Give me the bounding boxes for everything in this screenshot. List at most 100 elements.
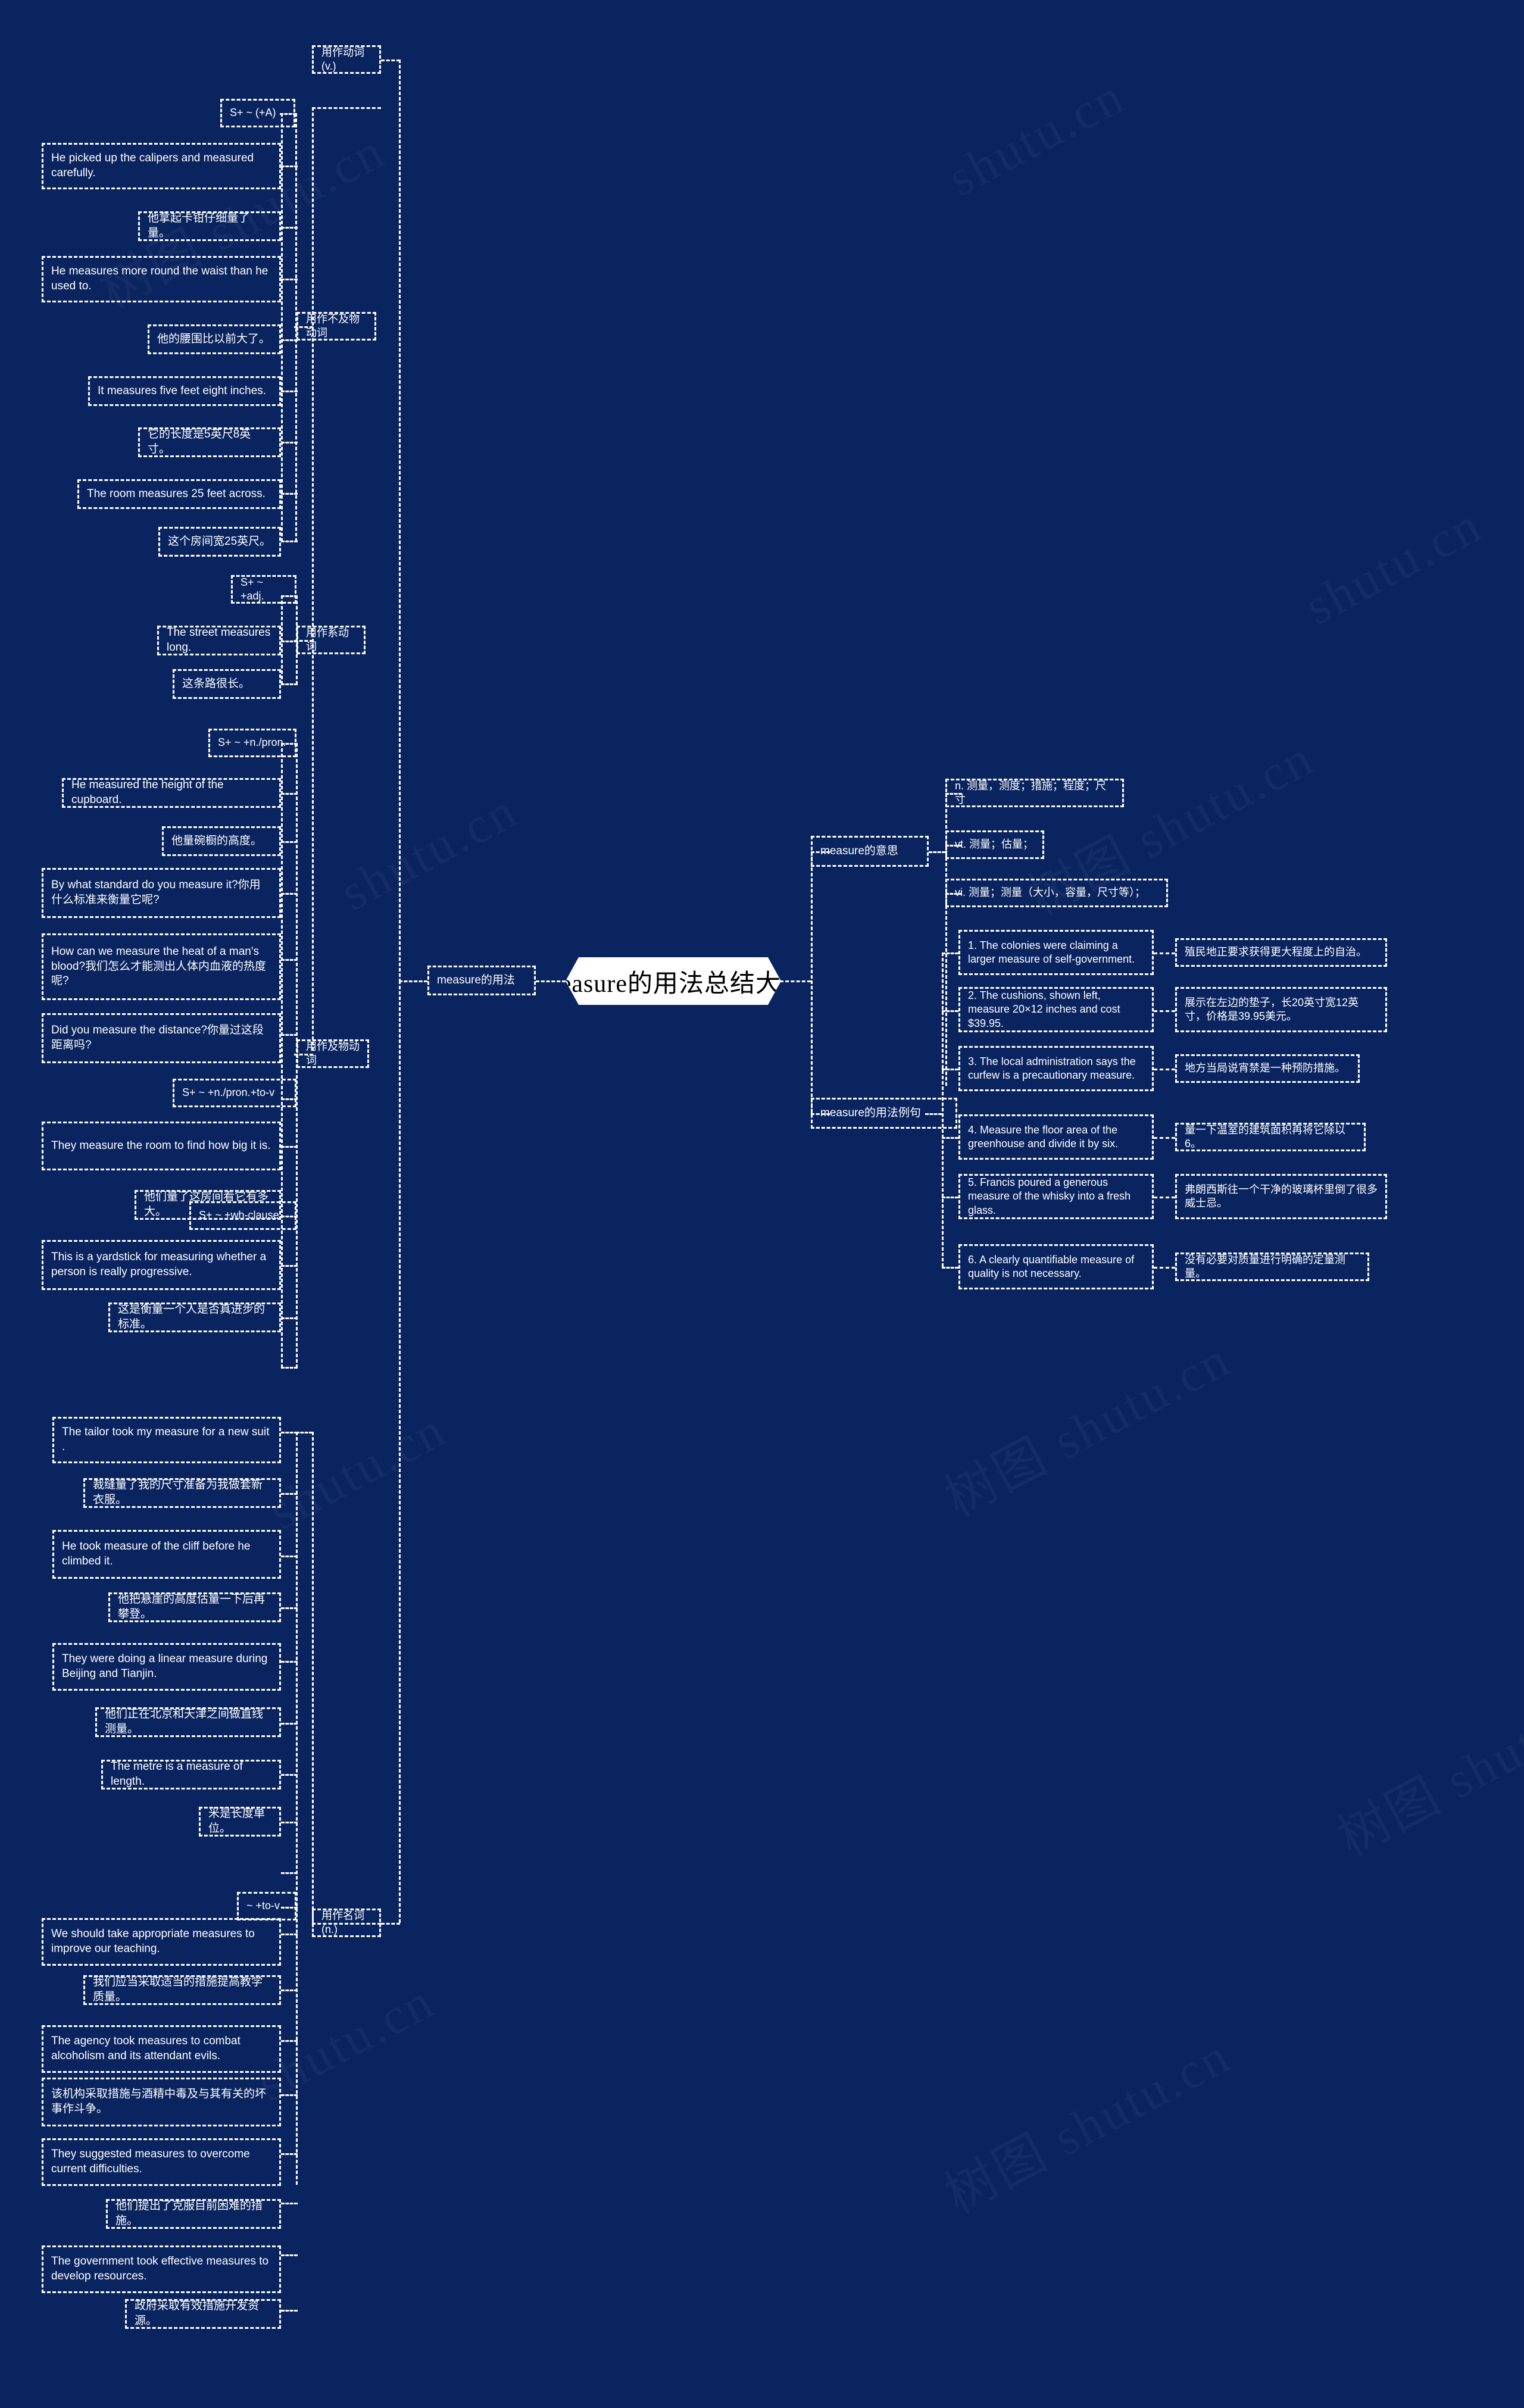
connector — [281, 1607, 298, 1609]
numbered-example-zh[interactable]: 弗朗西斯往一个干净的玻璃杯里倒了很多威士忌。 — [1175, 1174, 1387, 1219]
example-zh-text: 他把悬崖的高度估量一下后再攀登。 — [118, 1593, 266, 1620]
numbered-example-en[interactable]: 1. The colonies were claiming a larger m… — [958, 930, 1154, 975]
example-sentence-en[interactable]: The metre is a measure of length. — [101, 1760, 281, 1789]
example-sentence-zh[interactable]: 他把悬崖的高度估量一下后再攀登。 — [108, 1592, 281, 1622]
pattern-s-a[interactable]: S+ ~ (+A) — [220, 99, 295, 127]
numbered-example-zh[interactable]: 地方当局说宵禁是一种预防措施。 — [1175, 1054, 1360, 1083]
pos-group-linking[interactable]: 用作系动词 — [296, 626, 366, 654]
example-sentence-en[interactable]: He measures more round the waist than he… — [42, 256, 281, 302]
example-sentence-zh[interactable]: 这个房间宽25英尺。 — [158, 527, 281, 557]
numbered-example-zh-text: 量一下温室的建筑面积再将它除以6。 — [1185, 1123, 1345, 1150]
example-sentence-en[interactable]: By what standard do you measure it?你用什么标… — [42, 868, 281, 918]
example-sentence-en[interactable]: They suggested measures to overcome curr… — [42, 2138, 281, 2186]
root-node[interactable]: measure的用法总结大全 — [566, 957, 781, 1005]
pattern-tov[interactable]: ~ +to-v — [237, 1892, 296, 1920]
example-sentence-zh[interactable]: 该机构采取措施与酒精中毒及与其有关的坏事作斗争。 — [42, 2078, 281, 2126]
example-sentence-en[interactable]: Did you measure the distance?你量过这段距离吗? — [42, 1013, 281, 1063]
connector — [780, 980, 811, 982]
example-sentence-en[interactable]: The agency took measures to combat alcoh… — [42, 2025, 281, 2073]
connector — [281, 1367, 298, 1369]
numbered-example-en[interactable]: 4. Measure the floor area of the greenho… — [958, 1114, 1154, 1160]
connector — [942, 1010, 958, 1012]
connector — [399, 980, 401, 1923]
example-sentence-zh[interactable]: 我们应当采取适当的措施提高教学质量。 — [83, 1975, 281, 2005]
example-sentence-en[interactable]: They measure the room to find how big it… — [42, 1122, 281, 1170]
example-en-text: They measure the room to find how big it… — [51, 1139, 271, 1152]
example-sentence-en[interactable]: The government took effective measures t… — [42, 2245, 281, 2293]
numbered-example-zh[interactable]: 量一下温室的建筑面积再将它除以6。 — [1175, 1123, 1366, 1151]
pos-group-intransitive[interactable]: 用作不及物动词 — [296, 312, 376, 341]
pattern-s-n-pron-tov[interactable]: S+ ~ +n./pron.+to-v — [173, 1079, 296, 1107]
pattern-s-n-pron[interactable]: S+ ~ +n./pron. — [208, 729, 296, 757]
example-sentence-zh[interactable]: 这是衡量一个人是否真进步的标准。 — [108, 1303, 281, 1332]
branch-meaning-label: measure的意思 — [820, 844, 898, 857]
numbered-example-zh[interactable]: 殖民地正要求获得更大程度上的自治。 — [1175, 938, 1387, 967]
example-sentence-en[interactable]: The room measures 25 feet across. — [77, 479, 281, 509]
pattern-s-adj[interactable]: S+ ~ +adj. — [231, 575, 296, 604]
pos-group-verb-label: 用作动词(v.) — [321, 46, 364, 72]
example-sentence-en[interactable]: How can we measure the heat of a man's b… — [42, 933, 281, 1000]
numbered-example-en[interactable]: 5. Francis poured a generous measure of … — [958, 1174, 1154, 1219]
numbered-example-en[interactable]: 3. The local administration says the cur… — [958, 1046, 1154, 1091]
example-sentence-zh[interactable]: 他们提出了克服目前困难的措施。 — [106, 2199, 281, 2229]
example-en-text: It measures five feet eight inches. — [98, 384, 267, 397]
numbered-example-en-text: 1. The colonies were claiming a larger m… — [968, 939, 1135, 965]
example-zh-text: 该机构采取措施与酒精中毒及与其有关的坏事作斗争。 — [51, 2088, 267, 2115]
example-sentence-en[interactable]: He measured the height of the cupboard. — [62, 778, 281, 808]
connector — [281, 2310, 298, 2312]
example-sentence-zh[interactable]: 这条路很长。 — [173, 669, 281, 699]
numbered-example-zh[interactable]: 没有必要对质量进行明确的定量测量。 — [1175, 1253, 1369, 1281]
pos-group-verb[interactable]: 用作动词(v.) — [312, 45, 381, 74]
example-en-text: He picked up the calipers and measured c… — [51, 152, 254, 179]
example-en-text: They suggested measures to overcome curr… — [51, 2148, 250, 2175]
example-sentence-en[interactable]: It measures five feet eight inches. — [88, 376, 281, 406]
connector — [536, 980, 566, 982]
branch-meaning[interactable]: measure的意思 — [811, 836, 929, 867]
example-sentence-zh[interactable]: 他们正在北京和天津之间做直线测量。 — [95, 1707, 281, 1737]
pos-group-intransitive-label: 用作不及物动词 — [306, 313, 360, 339]
connector — [281, 541, 298, 542]
example-sentence-zh[interactable]: 他拿起卡钳仔细量了量。 — [138, 211, 281, 241]
meaning-vi[interactable]: vi. 测量；测量（大小，容量，尺寸等）； — [945, 879, 1168, 907]
example-sentence-en[interactable]: He took measure of the cliff before he c… — [52, 1530, 281, 1579]
connector — [281, 841, 298, 843]
numbered-example-en-text: 2. The cushions, shown left, measure 20×… — [968, 989, 1120, 1029]
example-sentence-zh[interactable]: 他们量了这房间看它有多大。 — [135, 1190, 281, 1220]
branch-usage[interactable]: measure的用法 — [427, 966, 536, 995]
connector — [281, 1317, 298, 1319]
example-sentence-zh[interactable]: 他量碗橱的高度。 — [162, 826, 281, 856]
connector — [281, 493, 298, 495]
example-sentence-en[interactable]: We should take appropriate measures to i… — [42, 1918, 281, 1966]
example-zh-text: 他们量了这房间看它有多大。 — [144, 1191, 269, 1218]
example-sentence-zh[interactable]: 政府采取有效措施开发资源。 — [125, 2299, 281, 2329]
pos-group-transitive[interactable]: 用作及物动词 — [296, 1039, 369, 1068]
meaning-noun[interactable]: n. 测量，测度；措施；程度；尺寸 — [945, 779, 1124, 807]
connector — [281, 683, 298, 685]
connector — [942, 1197, 958, 1198]
numbered-example-en[interactable]: 2. The cushions, shown left, measure 20×… — [958, 987, 1154, 1032]
example-sentence-en[interactable]: This is a yardstick for measuring whethe… — [42, 1240, 281, 1290]
example-sentence-en[interactable]: He picked up the calipers and measured c… — [42, 143, 281, 189]
example-sentence-zh[interactable]: 它的长度是5英尺8英寸。 — [138, 427, 281, 457]
example-sentence-en[interactable]: The street measures long. — [157, 626, 281, 655]
example-sentence-en[interactable]: They were doing a linear measure during … — [52, 1643, 281, 1691]
example-sentence-zh[interactable]: 米是长度单位。 — [199, 1807, 281, 1837]
connector — [399, 980, 427, 982]
example-sentence-en[interactable]: The tailor took my measure for a new sui… — [52, 1417, 281, 1463]
branch-examples[interactable]: measure的用法例句 — [811, 1098, 957, 1129]
pos-group-noun[interactable]: 用作名词(n.) — [312, 1909, 381, 1937]
example-zh-text: 他量碗橱的高度。 — [171, 834, 263, 847]
connector — [942, 952, 958, 954]
numbered-example-zh[interactable]: 展示在左边的垫子，长20英寸宽12英寸，价格是39.95美元。 — [1175, 987, 1387, 1032]
meaning-vt[interactable]: vt. 测量；估量； — [945, 830, 1044, 859]
example-sentence-zh[interactable]: 裁缝量了我的尺寸准备为我做套新衣服。 — [83, 1478, 281, 1508]
branch-usage-label: measure的用法 — [437, 973, 515, 986]
example-zh-text: 他们正在北京和天津之间做直线测量。 — [105, 1708, 264, 1735]
example-sentence-zh[interactable]: 他的腰围比以前大了。 — [148, 324, 281, 354]
connector — [281, 1034, 298, 1036]
connector — [281, 442, 298, 444]
pos-group-noun-label: 用作名词(n.) — [321, 1909, 364, 1935]
numbered-example-en[interactable]: 6. A clearly quantifiable measure of qua… — [958, 1244, 1154, 1289]
connector — [1154, 1137, 1175, 1139]
branch-examples-label: measure的用法例句 — [820, 1106, 921, 1119]
